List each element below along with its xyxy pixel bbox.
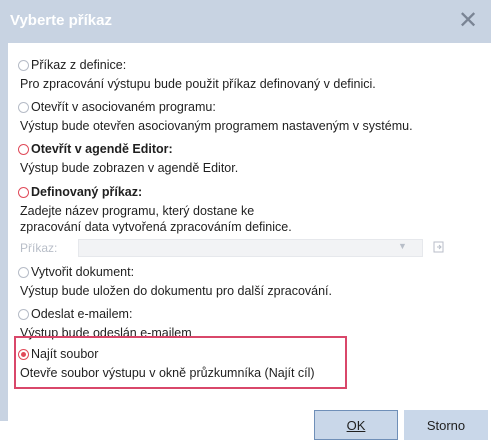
ok-button-label: OK [346, 418, 366, 433]
cancel-button[interactable]: Storno [404, 410, 488, 440]
option-agenda-editor[interactable]: Otevřít v agendě Editor: Výstup bude zob… [18, 141, 238, 176]
option-asociovany-program[interactable]: Otevřít v asociovaném programu: Výstup b… [18, 99, 413, 134]
radio-agenda-editor[interactable] [18, 143, 29, 155]
dialog-content: Příkaz z definice: Pro zpracování výstup… [8, 43, 491, 440]
select-command-dialog: Vyberte příkaz ✕ Příkaz z definice: Pro … [0, 0, 491, 440]
prikaz-row: Příkaz: ▼ [18, 237, 488, 259]
radio-asociovany-program[interactable] [18, 101, 29, 113]
option-label[interactable]: Příkaz z definice: [31, 58, 126, 72]
dialog-titlebar: Vyberte příkaz ✕ [0, 0, 491, 43]
option-description-line2: zpracování data vytvořená zpracováním de… [20, 220, 292, 234]
option-label[interactable]: Definovaný příkaz: [31, 185, 142, 199]
option-description: Výstup bude uložen do dokumentu pro dalš… [20, 284, 333, 298]
option-label[interactable]: Odeslat e-mailem: [31, 307, 132, 321]
radio-najit-soubor[interactable] [18, 348, 29, 360]
dialog-left-border [0, 43, 8, 421]
option-label[interactable]: Otevřít v asociovaném programu: [31, 100, 216, 114]
option-description: Výstup bude zobrazen v agendě Editor. [20, 161, 239, 175]
option-label[interactable]: Najít soubor [31, 347, 98, 361]
option-label[interactable]: Vytvořit dokument: [31, 265, 134, 279]
option-description: Výstup bude otevřen asociovaným programe… [20, 119, 413, 133]
radio-odeslat-emailem[interactable] [18, 308, 29, 320]
ok-button[interactable]: OK [314, 410, 398, 440]
option-label[interactable]: Otevřít v agendě Editor: [31, 142, 173, 156]
prikaz-label: Příkaz: [20, 241, 58, 255]
folder-browse-icon[interactable] [433, 240, 445, 253]
option-description: Otevře soubor výstupu v okně průzkumníka… [20, 366, 315, 380]
radio-prikaz-z-definice[interactable] [18, 59, 29, 71]
cancel-button-label: Storno [426, 418, 466, 433]
option-description-line1: Zadejte název programu, který dostane ke [20, 204, 255, 218]
prikaz-dropdown[interactable] [78, 239, 423, 257]
radio-vytvorit-dokument[interactable] [18, 266, 29, 278]
option-vytvorit-dokument[interactable]: Vytvořit dokument: Výstup bude uložen do… [18, 264, 332, 299]
dialog-title: Vyberte příkaz [10, 12, 112, 29]
option-description: Pro zpracování výstupu bude použit příka… [20, 77, 376, 91]
option-prikaz-z-definice[interactable]: Příkaz z definice: Pro zpracování výstup… [18, 57, 376, 92]
chevron-down-icon[interactable]: ▼ [398, 241, 407, 251]
close-icon[interactable]: ✕ [455, 8, 481, 34]
radio-definovany-prikaz[interactable] [18, 186, 29, 198]
option-definovany-prikaz[interactable]: Definovaný příkaz: Zadejte název program… [18, 184, 292, 235]
option-najit-soubor[interactable]: Najít soubor Otevře soubor výstupu v okn… [18, 346, 315, 381]
